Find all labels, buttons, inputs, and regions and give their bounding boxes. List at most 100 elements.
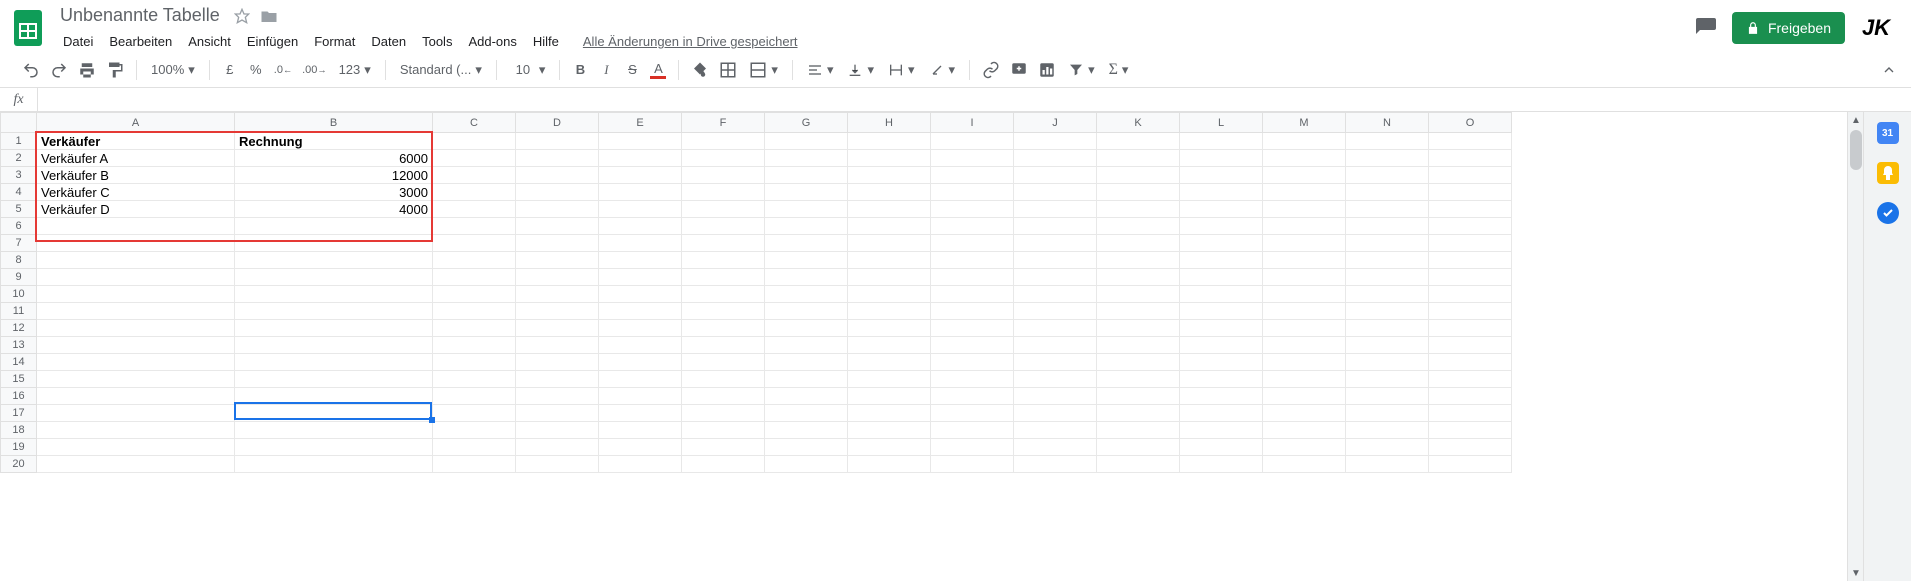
cell-I11[interactable] xyxy=(931,303,1014,320)
cell-B13[interactable] xyxy=(235,337,433,354)
cell-H9[interactable] xyxy=(848,269,931,286)
tasks-icon[interactable] xyxy=(1877,202,1899,224)
cell-D3[interactable] xyxy=(516,167,599,184)
cell-B19[interactable] xyxy=(235,439,433,456)
text-wrap-button[interactable]: ▾ xyxy=(882,62,921,78)
cell-J7[interactable] xyxy=(1014,235,1097,252)
col-header-J[interactable]: J xyxy=(1014,113,1097,133)
number-format-select[interactable]: 123▾ xyxy=(333,62,377,78)
col-header-C[interactable]: C xyxy=(433,113,516,133)
cell-I18[interactable] xyxy=(931,422,1014,439)
cell-A13[interactable] xyxy=(37,337,235,354)
col-header-F[interactable]: F xyxy=(682,113,765,133)
row-header-18[interactable]: 18 xyxy=(1,422,37,439)
cell-L13[interactable] xyxy=(1180,337,1263,354)
cell-I2[interactable] xyxy=(931,150,1014,167)
cell-F10[interactable] xyxy=(682,286,765,303)
decrease-decimal-button[interactable]: .0← xyxy=(270,57,296,83)
col-header-D[interactable]: D xyxy=(516,113,599,133)
cell-L3[interactable] xyxy=(1180,167,1263,184)
cell-N10[interactable] xyxy=(1346,286,1429,303)
cell-I12[interactable] xyxy=(931,320,1014,337)
cell-H17[interactable] xyxy=(848,405,931,422)
cell-K19[interactable] xyxy=(1097,439,1180,456)
cell-B12[interactable] xyxy=(235,320,433,337)
cell-O1[interactable] xyxy=(1429,133,1512,150)
col-header-I[interactable]: I xyxy=(931,113,1014,133)
row-header-10[interactable]: 10 xyxy=(1,286,37,303)
cell-N7[interactable] xyxy=(1346,235,1429,252)
font-family-select[interactable]: Standard (...▾ xyxy=(394,62,488,78)
paint-format-icon[interactable] xyxy=(102,57,128,83)
row-header-14[interactable]: 14 xyxy=(1,354,37,371)
cell-C5[interactable] xyxy=(433,201,516,218)
cell-M2[interactable] xyxy=(1263,150,1346,167)
user-avatar[interactable]: JK xyxy=(1859,11,1893,45)
cell-D4[interactable] xyxy=(516,184,599,201)
cell-E17[interactable] xyxy=(599,405,682,422)
cell-K16[interactable] xyxy=(1097,388,1180,405)
row-header-13[interactable]: 13 xyxy=(1,337,37,354)
cell-D8[interactable] xyxy=(516,252,599,269)
cell-N1[interactable] xyxy=(1346,133,1429,150)
cell-N9[interactable] xyxy=(1346,269,1429,286)
cell-H11[interactable] xyxy=(848,303,931,320)
cell-G3[interactable] xyxy=(765,167,848,184)
menu-file[interactable]: Datei xyxy=(56,30,100,53)
cell-G8[interactable] xyxy=(765,252,848,269)
cell-E12[interactable] xyxy=(599,320,682,337)
cell-I6[interactable] xyxy=(931,218,1014,235)
cell-D14[interactable] xyxy=(516,354,599,371)
cell-F7[interactable] xyxy=(682,235,765,252)
cell-H1[interactable] xyxy=(848,133,931,150)
cell-B15[interactable] xyxy=(235,371,433,388)
cell-N3[interactable] xyxy=(1346,167,1429,184)
cell-G14[interactable] xyxy=(765,354,848,371)
cell-L5[interactable] xyxy=(1180,201,1263,218)
cell-O16[interactable] xyxy=(1429,388,1512,405)
redo-icon[interactable] xyxy=(46,57,72,83)
cell-G2[interactable] xyxy=(765,150,848,167)
cell-F17[interactable] xyxy=(682,405,765,422)
cell-M9[interactable] xyxy=(1263,269,1346,286)
cell-I8[interactable] xyxy=(931,252,1014,269)
cell-M16[interactable] xyxy=(1263,388,1346,405)
cell-J9[interactable] xyxy=(1014,269,1097,286)
cell-G19[interactable] xyxy=(765,439,848,456)
cell-E20[interactable] xyxy=(599,456,682,473)
cell-F14[interactable] xyxy=(682,354,765,371)
cell-G18[interactable] xyxy=(765,422,848,439)
scroll-down-icon[interactable]: ▼ xyxy=(1848,565,1864,581)
cell-J6[interactable] xyxy=(1014,218,1097,235)
spreadsheet-grid[interactable]: ABCDEFGHIJKLMNO1VerkäuferRechnung2Verkäu… xyxy=(0,112,1512,473)
cell-D2[interactable] xyxy=(516,150,599,167)
cell-L4[interactable] xyxy=(1180,184,1263,201)
cell-C10[interactable] xyxy=(433,286,516,303)
cell-C20[interactable] xyxy=(433,456,516,473)
cell-K14[interactable] xyxy=(1097,354,1180,371)
cell-J4[interactable] xyxy=(1014,184,1097,201)
cell-J17[interactable] xyxy=(1014,405,1097,422)
row-header-16[interactable]: 16 xyxy=(1,388,37,405)
col-header-O[interactable]: O xyxy=(1429,113,1512,133)
cell-J11[interactable] xyxy=(1014,303,1097,320)
cell-G7[interactable] xyxy=(765,235,848,252)
cell-F9[interactable] xyxy=(682,269,765,286)
row-header-6[interactable]: 6 xyxy=(1,218,37,235)
cell-J13[interactable] xyxy=(1014,337,1097,354)
cell-J16[interactable] xyxy=(1014,388,1097,405)
cell-G1[interactable] xyxy=(765,133,848,150)
cell-E13[interactable] xyxy=(599,337,682,354)
cell-J3[interactable] xyxy=(1014,167,1097,184)
cell-H4[interactable] xyxy=(848,184,931,201)
cell-B8[interactable] xyxy=(235,252,433,269)
cell-F19[interactable] xyxy=(682,439,765,456)
menu-insert[interactable]: Einfügen xyxy=(240,30,305,53)
cell-C11[interactable] xyxy=(433,303,516,320)
move-folder-icon[interactable] xyxy=(260,8,278,24)
cell-H8[interactable] xyxy=(848,252,931,269)
cell-H13[interactable] xyxy=(848,337,931,354)
cell-C8[interactable] xyxy=(433,252,516,269)
cell-O20[interactable] xyxy=(1429,456,1512,473)
cell-J5[interactable] xyxy=(1014,201,1097,218)
